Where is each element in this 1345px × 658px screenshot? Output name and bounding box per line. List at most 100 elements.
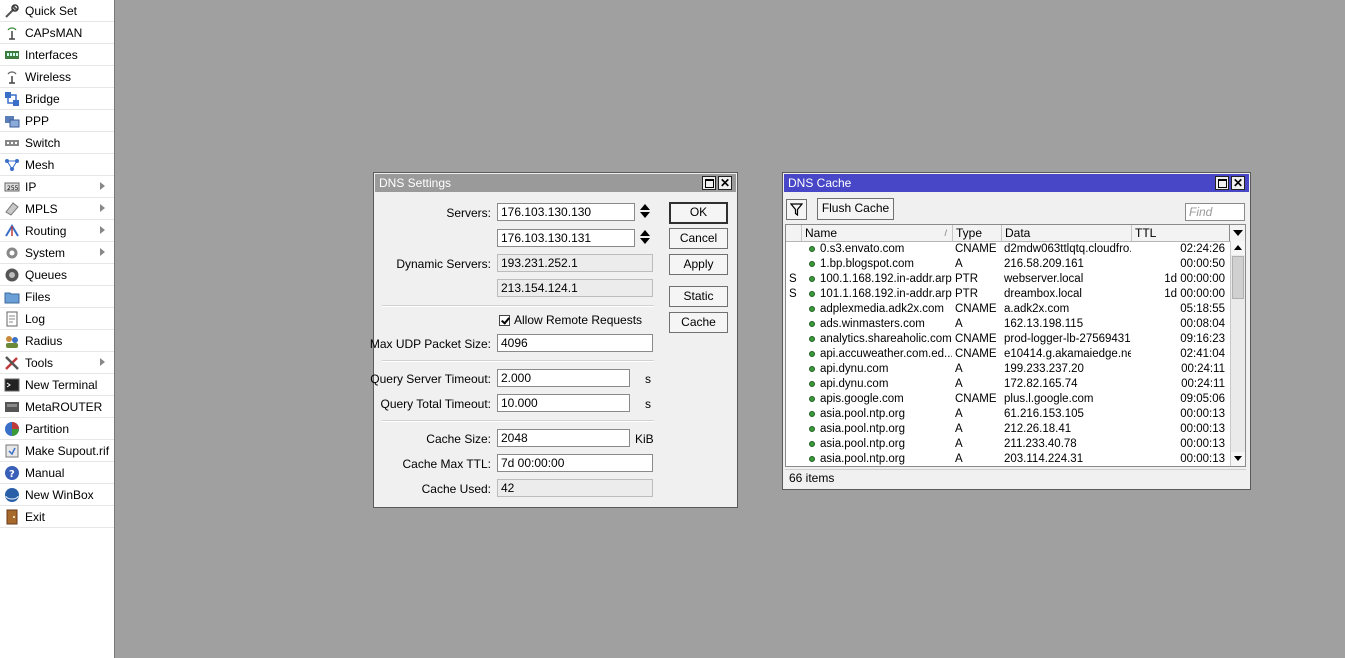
status-dot-icon [809, 321, 815, 327]
table-row[interactable]: api.dynu.com A 172.82.165.74 00:24:11 [786, 377, 1230, 392]
sidebar-item-mesh[interactable]: Mesh [0, 154, 114, 176]
dynamic-server-1-field: 193.231.252.1 [497, 254, 653, 272]
sidebar-item-interfaces[interactable]: Interfaces [0, 44, 114, 66]
find-input[interactable]: Find [1185, 203, 1245, 221]
column-header-data[interactable]: Data [1001, 225, 1131, 241]
table-row[interactable]: 0.s3.envato.com CNAME d2mdw063ttlqtq.cloud… [786, 242, 1230, 257]
query-total-timeout-input[interactable]: 10.000 [497, 394, 630, 412]
column-header-ttl[interactable]: TTL [1131, 225, 1229, 241]
ok-button[interactable]: OK [669, 202, 728, 224]
sidebar-item-label: PPP [25, 113, 50, 128]
max-udp-packet-size-input[interactable]: 4096 [497, 334, 653, 352]
scroll-up-icon[interactable] [1231, 241, 1245, 255]
ppp-icon [4, 113, 20, 129]
maximize-icon[interactable] [1215, 176, 1229, 190]
sidebar-item-exit[interactable]: Exit [0, 506, 114, 528]
allow-remote-requests-label[interactable]: Allow Remote Requests [514, 313, 642, 327]
server-2-input[interactable]: 176.103.130.131 [497, 229, 635, 247]
close-icon[interactable]: ✕ [718, 176, 732, 190]
allow-remote-requests-checkbox[interactable] [499, 315, 510, 326]
scrollbar-thumb[interactable] [1232, 256, 1244, 299]
cache-button[interactable]: Cache [669, 312, 728, 333]
table-row[interactable]: apis.google.com CNAME plus.l.google.com 09:… [786, 392, 1230, 407]
sidebar-item-system[interactable]: System [0, 242, 114, 264]
status-dot-icon [809, 336, 815, 342]
table-row[interactable]: 1.bp.blogspot.com A 216.58.209.161 00:00:50 [786, 257, 1230, 272]
close-icon[interactable]: ✕ [1231, 176, 1245, 190]
mesh-icon [4, 157, 20, 173]
sidebar-item-switch[interactable]: Switch [0, 132, 114, 154]
sidebar-item-mpls[interactable]: MPLS [0, 198, 114, 220]
column-header-type[interactable]: Type [952, 225, 1001, 241]
static-button[interactable]: Static [669, 286, 728, 307]
cell-flag [786, 317, 801, 332]
cell-type: CNAME [955, 303, 997, 315]
sidebar-item-radius[interactable]: Radius [0, 330, 114, 352]
table-row[interactable]: asia.pool.ntp.org A 211.233.40.78 00:00:13 [786, 437, 1230, 452]
table-row[interactable]: analytics.shareaholic.com CNAME prod-logge… [786, 332, 1230, 347]
sidebar-item-label: Queues [25, 267, 68, 282]
server-1-input[interactable]: 176.103.130.130 [497, 203, 635, 221]
dns-cache-titlebar[interactable]: DNS Cache ✕ [784, 174, 1249, 192]
maximize-icon[interactable] [702, 176, 716, 190]
sidebar-item-routing[interactable]: Routing [0, 220, 114, 242]
cell-name: asia.pool.ntp.org [820, 453, 906, 465]
sidebar-item-partition[interactable]: Partition [0, 418, 114, 440]
cancel-button[interactable]: Cancel [669, 228, 728, 249]
sidebar-item-ip[interactable]: 255 IP [0, 176, 114, 198]
sidebar-item-tools[interactable]: Tools [0, 352, 114, 374]
sidebar-item-label: Radius [25, 333, 63, 348]
sidebar-item-label: Mesh [25, 157, 55, 172]
table-row[interactable]: asia.pool.ntp.org A 61.216.153.105 00:00:13 [786, 407, 1230, 422]
sidebar-item-ppp[interactable]: PPP [0, 110, 114, 132]
table-row[interactable]: asia.pool.ntp.org A 203.114.224.31 00:00:13 [786, 452, 1230, 466]
status-dot-icon [809, 246, 815, 252]
table-row[interactable]: S 101.1.168.192.in-addr.arpa PTR dreambox.l… [786, 287, 1230, 302]
cache-size-input[interactable]: 2048 [497, 429, 630, 447]
sidebar-item-manual[interactable]: ? Manual [0, 462, 114, 484]
cell-name: asia.pool.ntp.org [820, 438, 906, 450]
wireless-icon [4, 69, 20, 85]
cell-data: 162.13.198.115 [1004, 318, 1084, 330]
scroll-down-icon[interactable] [1231, 452, 1245, 466]
cell-flag [786, 302, 801, 317]
sidebar-item-files[interactable]: Files [0, 286, 114, 308]
vertical-scrollbar[interactable] [1230, 241, 1245, 466]
column-header-name[interactable]: Name / [801, 225, 952, 241]
table-row[interactable]: api.accuweather.com.ed... CNAME e10414.g.a… [786, 347, 1230, 362]
column-header-flag[interactable] [786, 225, 801, 241]
sidebar-item-label: New Terminal [25, 377, 98, 392]
server-2-updown-icon[interactable] [640, 230, 650, 246]
dns-settings-titlebar[interactable]: DNS Settings ✕ [375, 174, 736, 192]
cell-type: A [955, 258, 963, 270]
cell-ttl: 00:24:11 [1181, 378, 1225, 390]
sidebar-item-new-terminal[interactable]: New Terminal [0, 374, 114, 396]
cell-data: dreambox.local [1004, 288, 1082, 300]
table-row[interactable]: S 100.1.168.192.in-addr.arpa PTR webserver.… [786, 272, 1230, 287]
sidebar-item-quick-set[interactable]: Quick Set [0, 0, 114, 22]
sidebar-item-metarouter[interactable]: MetaROUTER [0, 396, 114, 418]
status-dot-icon [809, 261, 815, 267]
sidebar-item-new-winbox[interactable]: New WinBox [0, 484, 114, 506]
cell-name: 101.1.168.192.in-addr.arpa [820, 288, 952, 300]
cache-max-ttl-input[interactable]: 7d 00:00:00 [497, 454, 653, 472]
sidebar-item-wireless[interactable]: Wireless [0, 66, 114, 88]
flush-cache-button[interactable]: Flush Cache [817, 198, 894, 220]
table-row[interactable]: asia.pool.ntp.org A 212.26.18.41 00:00:13 [786, 422, 1230, 437]
table-row[interactable]: adplexmedia.adk2x.com CNAME a.adk2x.com 05:… [786, 302, 1230, 317]
manual-icon: ? [4, 465, 20, 481]
table-row[interactable]: ads.winmasters.com A 162.13.198.115 00:08:0… [786, 317, 1230, 332]
cell-ttl: 00:08:04 [1180, 318, 1225, 330]
table-row[interactable]: api.dynu.com A 199.233.237.20 00:24:11 [786, 362, 1230, 377]
sidebar-item-make-supout-rif[interactable]: Make Supout.rif [0, 440, 114, 462]
sidebar-item-bridge[interactable]: Bridge [0, 88, 114, 110]
filter-button[interactable] [786, 199, 807, 220]
sidebar-item-log[interactable]: Log [0, 308, 114, 330]
status-dot-icon [809, 291, 815, 297]
server-1-updown-icon[interactable] [640, 204, 650, 220]
query-server-timeout-input[interactable]: 2.000 [497, 369, 630, 387]
column-chooser-button[interactable] [1229, 225, 1245, 241]
sidebar-item-capsman[interactable]: CAPsMAN [0, 22, 114, 44]
sidebar-item-queues[interactable]: Queues [0, 264, 114, 286]
apply-button[interactable]: Apply [669, 254, 728, 275]
